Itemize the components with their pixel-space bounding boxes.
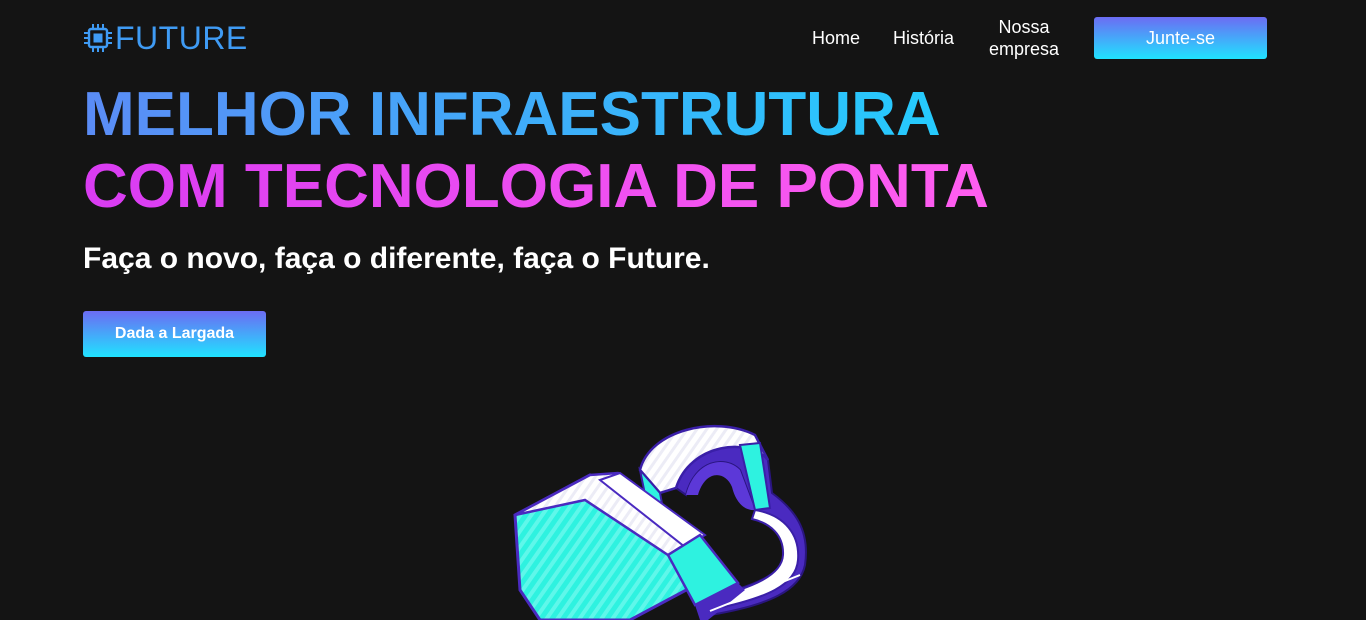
main-nav: Home História Nossa empresa Junte-se xyxy=(812,15,1267,61)
vr-headset-illustration xyxy=(513,424,807,620)
chip-icon xyxy=(84,24,112,52)
site-header: FUTURE Home História Nossa empresa Junte… xyxy=(83,15,1267,61)
nav-link-nossa-empresa[interactable]: Nossa empresa xyxy=(986,16,1062,60)
start-button[interactable]: Dada a Largada xyxy=(83,311,266,357)
hero-subtitle: Faça o novo, faça o diferente, faça o Fu… xyxy=(83,242,710,275)
join-button[interactable]: Junte-se xyxy=(1094,17,1267,59)
nav-link-home[interactable]: Home xyxy=(812,27,860,49)
hero-title-line-2: COM TECNOLOGIA DE PONTA xyxy=(83,152,989,221)
logo-text: FUTURE xyxy=(115,20,248,56)
nav-link-historia[interactable]: História xyxy=(893,27,954,49)
hero-title-line-1: MELHOR INFRAESTRUTURA xyxy=(83,80,941,149)
logo[interactable]: FUTURE xyxy=(83,20,248,56)
